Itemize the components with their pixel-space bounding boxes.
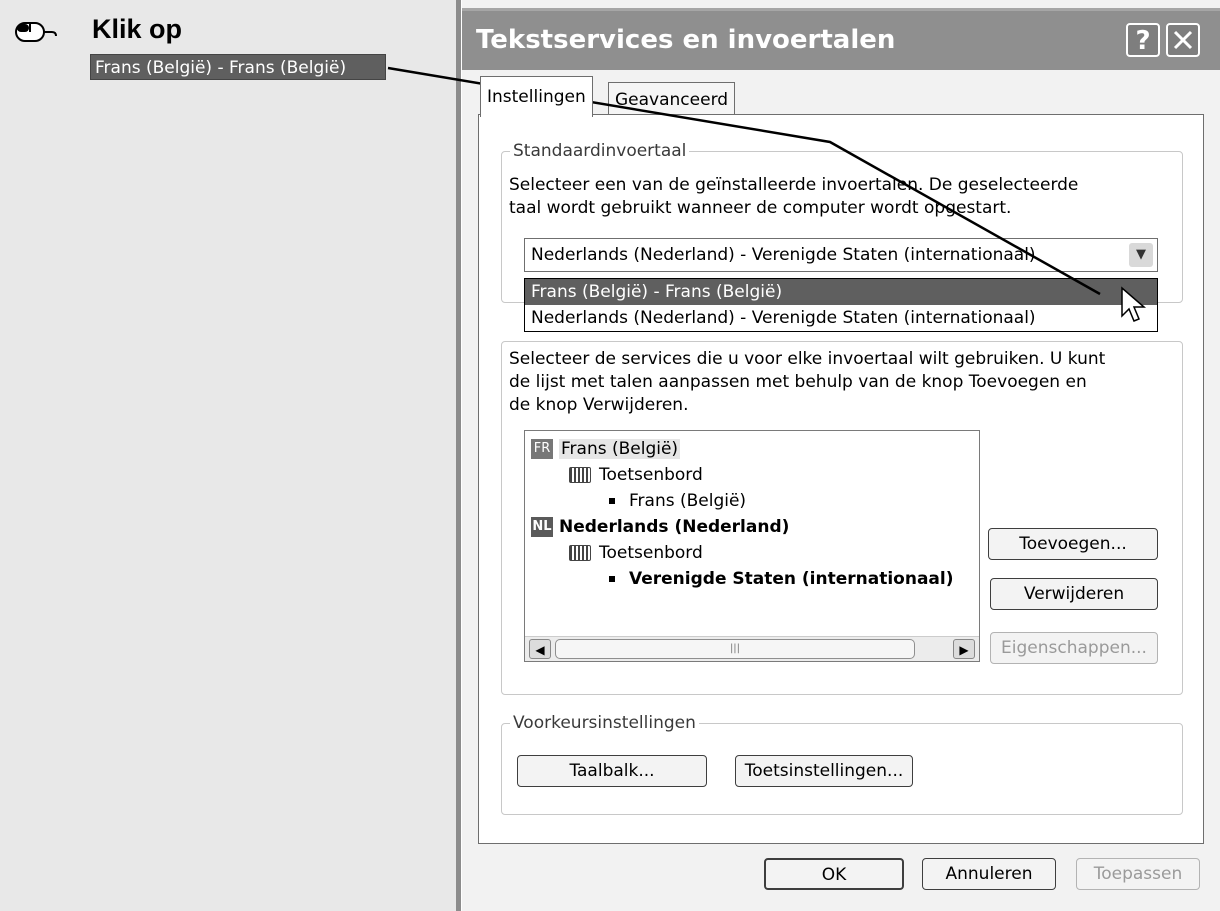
- panel-separator: [456, 0, 461, 911]
- mouse-icon: [15, 22, 57, 42]
- dropdown-option-nederlands[interactable]: Nederlands (Nederland) - Verenigde State…: [525, 305, 1157, 331]
- ok-button[interactable]: OK: [764, 858, 904, 890]
- key-settings-button[interactable]: Toetsinstellingen...: [735, 755, 913, 787]
- list-item-label: Verenigde Staten (internationaal): [629, 569, 954, 589]
- list-item-label: Toetsenbord: [599, 465, 703, 485]
- keyboard-icon: [569, 467, 591, 483]
- list-item[interactable]: Verenigde Staten (internationaal): [609, 567, 954, 591]
- list-item-label: Frans (België): [559, 439, 681, 459]
- list-item-label: Toetsenbord: [599, 543, 703, 563]
- installed-services-description-line-1: Selecteer de services die u voor elke in…: [509, 349, 1106, 369]
- scroll-right-button[interactable]: ▶: [953, 639, 975, 659]
- language-badge-nl: NL: [531, 517, 553, 537]
- default-language-description-line-1: Selecteer een van de geïnstalleerde invo…: [509, 175, 1079, 195]
- close-button[interactable]: [1166, 23, 1200, 57]
- tab-settings[interactable]: Instellingen: [480, 76, 593, 117]
- preferences-group-label: Voorkeursinstellingen: [510, 712, 699, 734]
- default-language-combobox[interactable]: Nederlands (Nederland) - Verenigde State…: [524, 238, 1158, 272]
- installed-languages-list[interactable]: FR Frans (België) Toetsenbord Frans (Belg…: [524, 430, 980, 662]
- chevron-down-icon[interactable]: ▼: [1129, 243, 1153, 267]
- instruction-panel: Klik op Frans (België) - Frans (België): [0, 0, 456, 911]
- horizontal-scrollbar[interactable]: ◀ ||| ▶: [525, 636, 979, 661]
- properties-button[interactable]: Eigenschappen...: [990, 632, 1158, 664]
- list-item[interactable]: Toetsenbord: [569, 463, 703, 487]
- default-language-dropdown-list: Frans (België) - Frans (België) Nederlan…: [524, 278, 1158, 332]
- tab-advanced[interactable]: Geavanceerd: [608, 82, 736, 115]
- language-badge-fr: FR: [531, 439, 553, 459]
- dropdown-option-frans[interactable]: Frans (België) - Frans (België): [525, 279, 1157, 305]
- cancel-button[interactable]: Annuleren: [922, 858, 1056, 890]
- default-language-description-line-2: taal wordt gebruikt wanneer de computer …: [509, 198, 1012, 218]
- help-button[interactable]: ?: [1126, 23, 1160, 57]
- bullet-icon: [609, 576, 615, 582]
- dialog-title: Tekstservices en invoertalen: [476, 25, 896, 55]
- list-item[interactable]: Toetsenbord: [569, 541, 703, 565]
- close-icon: [1173, 30, 1193, 50]
- installed-services-description-line-2: de lijst met talen aanpassen met behulp …: [509, 372, 1087, 392]
- keyboard-icon: [569, 545, 591, 561]
- installed-services-description-line-3: de knop Verwijderen.: [509, 395, 689, 415]
- instruction-title: Klik op: [92, 14, 183, 44]
- list-item[interactable]: NL Nederlands (Nederland): [531, 515, 789, 539]
- apply-button[interactable]: Toepassen: [1076, 858, 1200, 890]
- list-item-label: Nederlands (Nederland): [559, 517, 790, 537]
- list-item[interactable]: FR Frans (België): [531, 437, 681, 461]
- default-language-combobox-value: Nederlands (Nederland) - Verenigde State…: [531, 245, 1036, 265]
- list-item-label: Frans (België): [629, 491, 747, 511]
- bullet-icon: [609, 498, 615, 504]
- add-language-button[interactable]: Toevoegen...: [988, 528, 1158, 560]
- list-item[interactable]: Frans (België): [609, 489, 746, 513]
- scroll-thumb[interactable]: |||: [555, 639, 915, 659]
- title-bar[interactable]: Tekstservices en invoertalen ?: [462, 8, 1220, 70]
- scroll-left-button[interactable]: ◀: [529, 639, 551, 659]
- default-language-group-label: Standaardinvoertaal: [510, 140, 690, 162]
- language-bar-button[interactable]: Taalbalk...: [517, 755, 707, 787]
- instruction-target-item: Frans (België) - Frans (België): [90, 54, 386, 80]
- remove-language-button[interactable]: Verwijderen: [990, 578, 1158, 610]
